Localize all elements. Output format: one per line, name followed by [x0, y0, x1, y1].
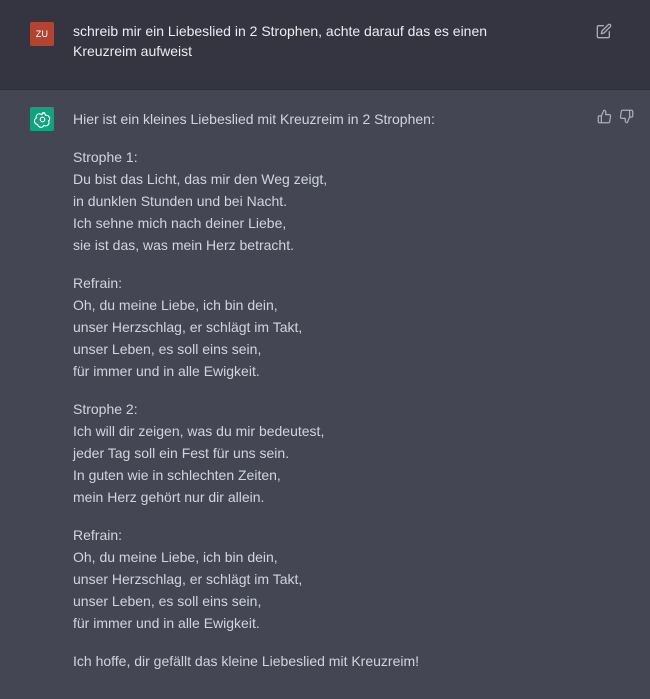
thumbs-up-icon[interactable]	[597, 109, 612, 124]
song-line: für immer und in alle Ewigkeit.	[73, 363, 260, 379]
assistant-message-text: Hier ist ein kleines Liebeslied mit Kreu…	[73, 108, 573, 688]
song-line: Du bist das Licht, das mir den Weg zeigt…	[73, 171, 328, 187]
song-line: Ich will dir zeigen, was du mir bedeutes…	[73, 423, 325, 439]
song-block-strophe-2: Strophe 2: Ich will dir zeigen, was du m…	[73, 398, 573, 508]
user-avatar-initials: ZU	[35, 29, 49, 39]
song-line: Oh, du meine Liebe, ich bin dein,	[73, 297, 278, 313]
song-block-refrain-1: Refrain: Oh, du meine Liebe, ich bin dei…	[73, 272, 573, 382]
user-message-text: schreib mir ein Liebeslied in 2 Strophen…	[73, 23, 488, 59]
song-line: unser Leben, es soll eins sein,	[73, 593, 262, 609]
user-message-row: ZU schreib mir ein Liebeslied in 2 Strop…	[0, 0, 650, 90]
block-heading: Strophe 2:	[73, 401, 138, 417]
song-line: jeder Tag soll ein Fest für uns sein.	[73, 445, 290, 461]
song-line: unser Herzschlag, er schlägt im Takt,	[73, 319, 303, 335]
block-heading: Refrain:	[73, 275, 123, 291]
assistant-intro: Hier ist ein kleines Liebeslied mit Kreu…	[73, 111, 435, 127]
block-heading: Strophe 1:	[73, 149, 138, 165]
assistant-message-row: Hier ist ein kleines Liebeslied mit Kreu…	[0, 90, 650, 699]
song-line: In guten wie in schlechten Zeiten,	[73, 467, 281, 483]
song-line: sie ist das, was mein Herz betracht.	[73, 237, 294, 253]
song-line: Oh, du meine Liebe, ich bin dein,	[73, 549, 278, 565]
song-block-refrain-2: Refrain: Oh, du meine Liebe, ich bin dei…	[73, 524, 573, 634]
song-line: unser Leben, es soll eins sein,	[73, 341, 262, 357]
song-block-strophe-1: Strophe 1: Du bist das Licht, das mir de…	[73, 146, 573, 256]
song-line: für immer und in alle Ewigkeit.	[73, 615, 260, 631]
thumbs-down-icon[interactable]	[619, 109, 634, 124]
edit-icon[interactable]	[596, 23, 612, 39]
song-line: Ich sehne mich nach deiner Liebe,	[73, 215, 287, 231]
song-line: in dunklen Stunden und bei Nacht.	[73, 193, 288, 209]
assistant-outro: Ich hoffe, dir gefällt das kleine Liebes…	[73, 653, 420, 669]
song-line: mein Herz gehört nur dir allein.	[73, 489, 265, 505]
openai-logo-icon	[30, 107, 54, 131]
block-heading: Refrain:	[73, 527, 123, 543]
song-line: unser Herzschlag, er schlägt im Takt,	[73, 571, 303, 587]
user-avatar: ZU	[30, 22, 54, 46]
